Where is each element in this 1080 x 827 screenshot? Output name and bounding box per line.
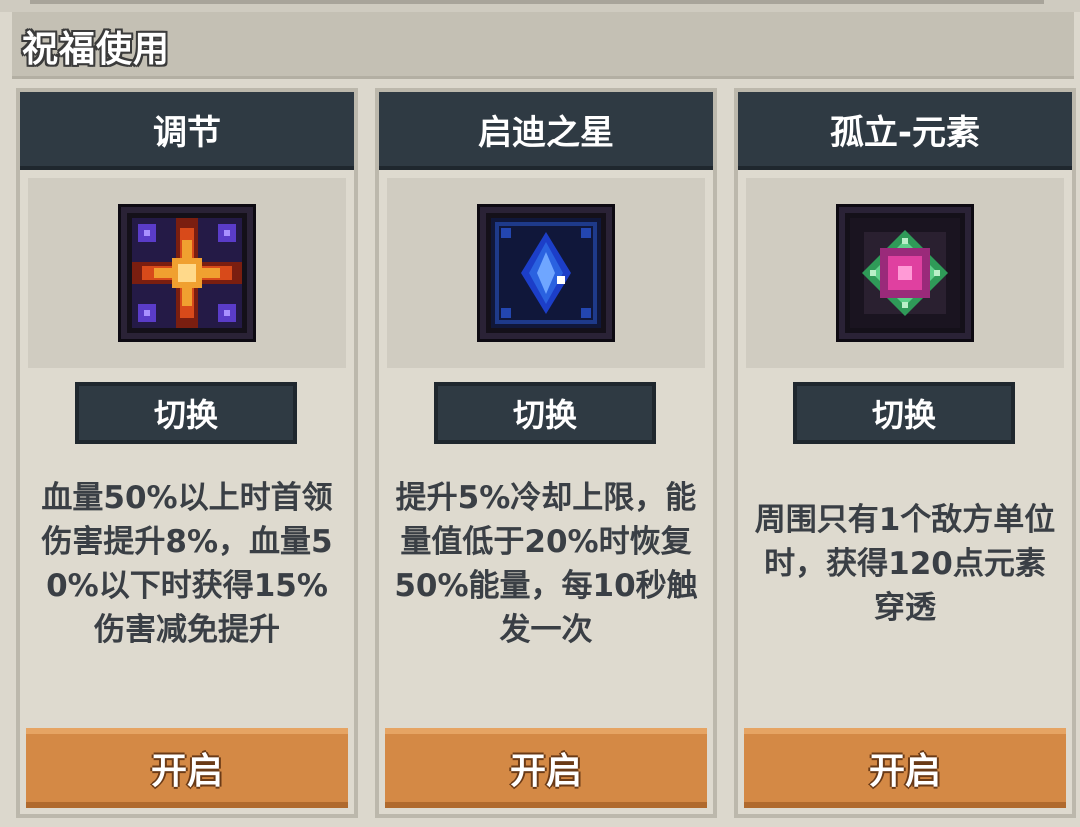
- blessing-card-adjust: 调节 切换 血量50%以上时首领伤害提升8%，血量50%以下时获得15%伤害减免…: [16, 88, 358, 818]
- blue-crystal-icon: [480, 207, 612, 339]
- switch-button[interactable]: 切换: [75, 382, 297, 444]
- green-pink-orb-icon: [839, 207, 971, 339]
- icon-area: [28, 178, 346, 368]
- top-strip: [0, 0, 1080, 12]
- open-button[interactable]: 开启: [385, 728, 707, 808]
- icon-area: [746, 178, 1064, 368]
- card-description: 提升5%冷却上限，能量值低于20%时恢复50%能量，每10秒触发一次: [394, 480, 698, 648]
- icon-area: [387, 178, 705, 368]
- card-title: 启迪之星: [379, 92, 713, 170]
- blessing-card-enlighten-star: 启迪之星 切换 提升5%冷却上限，能量值低于20%时恢复50%能量，每10秒触发: [375, 88, 717, 818]
- blessing-card-isolated-element: 孤立-元素 切换 周围只有1个敌方单位时，获得120点元素穿透 开启: [734, 88, 1076, 818]
- title-bar: 祝福使用: [12, 12, 1074, 79]
- blessing-cards: 调节 切换 血量50%以上时首领伤害提升8%，血量50%以下时获得15%伤害减免…: [0, 82, 1080, 827]
- golden-star-icon: [121, 207, 253, 339]
- card-title: 孤立-元素: [738, 92, 1072, 170]
- open-button[interactable]: 开启: [744, 728, 1066, 808]
- switch-button[interactable]: 切换: [434, 382, 656, 444]
- switch-button[interactable]: 切换: [793, 382, 1015, 444]
- card-title: 调节: [20, 92, 354, 170]
- open-button[interactable]: 开启: [26, 728, 348, 808]
- page-title: 祝福使用: [22, 29, 171, 70]
- card-description: 血量50%以上时首领伤害提升8%，血量50%以下时获得15%伤害减免提升: [41, 480, 333, 648]
- card-description: 周围只有1个敌方单位时，获得120点元素穿透: [754, 502, 1056, 626]
